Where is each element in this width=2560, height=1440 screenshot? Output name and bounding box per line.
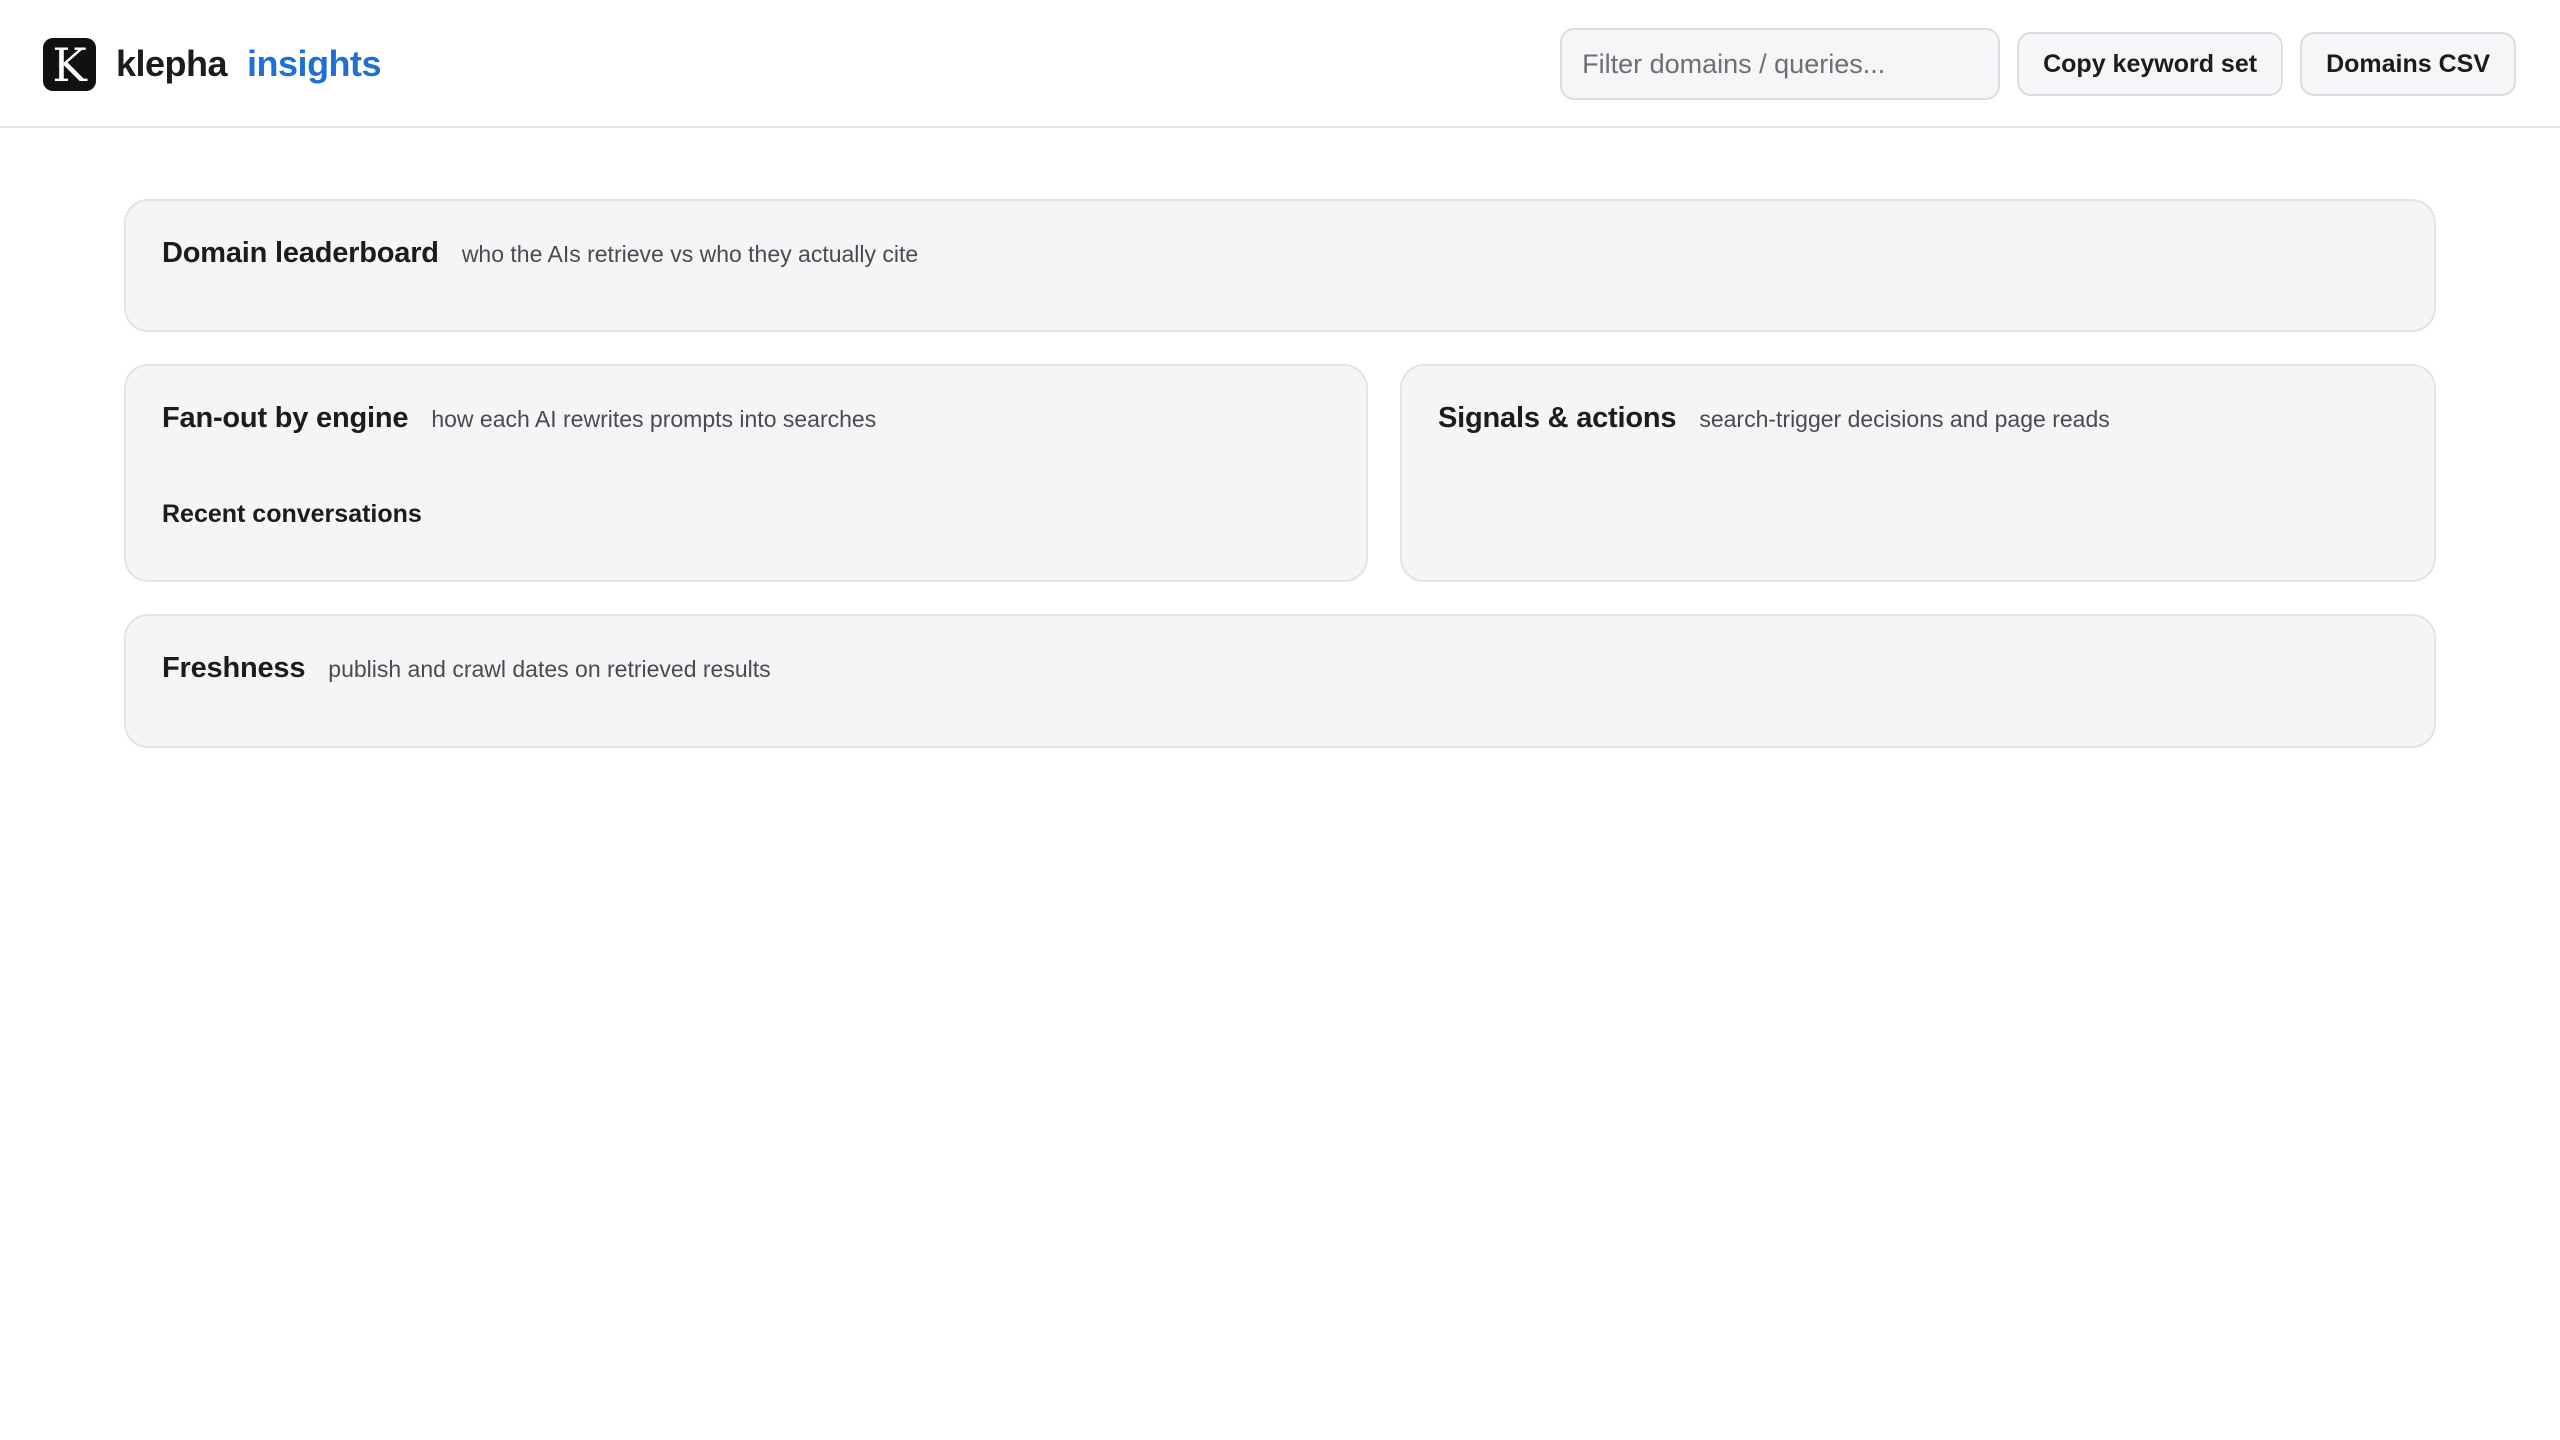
copy-keyword-set-button[interactable]: Copy keyword set [2017,32,2284,96]
card-subtitle: who the AIs retrieve vs who they actuall… [461,241,919,267]
card-header: Signals & actions search-trigger decisio… [1438,402,2110,435]
card-header: Domain leaderboard who the AIs retrieve … [162,237,918,270]
card-header: Freshness publish and crawl dates on ret… [162,652,771,685]
klepha-logo-icon: K [43,37,96,92]
card-title: Domain leaderboard [162,237,439,269]
card-title: Fan-out by engine [162,402,409,434]
domain-leaderboard-card: Domain leaderboard who the AIs retrieve … [124,199,2436,332]
domains-csv-button[interactable]: Domains CSV [2300,32,2516,96]
logo-letter: K [52,38,87,92]
card-header: Fan-out by engine how each AI rewrites p… [162,402,876,435]
brand[interactable]: K klepha insights [43,36,382,92]
card-title: Freshness [162,652,306,684]
card-subtitle: search-trigger decisions and page reads [1699,406,2110,432]
brand-name: klepha [116,43,228,84]
top-bar: K klepha insights Copy keyword set Domai… [0,0,2560,128]
filter-input[interactable] [1560,28,2001,100]
freshness-card: Freshness publish and crawl dates on ret… [124,614,2436,748]
recent-conversations-heading: Recent conversations [162,500,422,528]
signals-and-actions-card: Signals & actions search-trigger decisio… [1400,364,2436,582]
card-subtitle: how each AI rewrites prompts into search… [431,406,877,432]
card-subtitle: publish and crawl dates on retrieved res… [328,656,771,682]
fan-out-by-engine-card: Fan-out by engine how each AI rewrites p… [124,364,1368,582]
card-title: Signals & actions [1438,402,1677,434]
toolbar: Copy keyword set Domains CSV [1560,28,2516,100]
brand-section: insights [247,43,382,84]
